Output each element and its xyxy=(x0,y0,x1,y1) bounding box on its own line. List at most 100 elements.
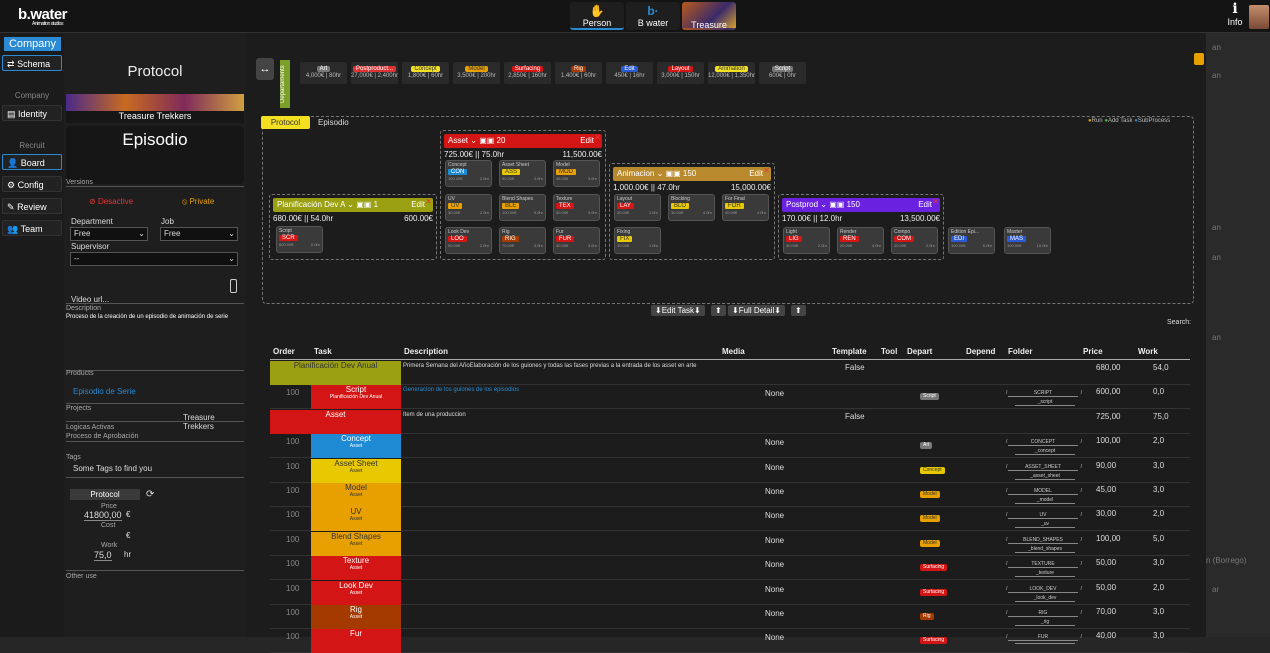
task-card[interactable]: Light LIG 30.00€ 2.0hr xyxy=(783,227,830,254)
work-cell[interactable]: 2,0 xyxy=(1153,583,1164,592)
work-cell[interactable]: 3,0 xyxy=(1153,461,1164,470)
task-cell[interactable]: Rig Asset xyxy=(311,605,401,629)
group-header[interactable]: Animacion ⌄ ▣▣ 150 Edit ✕ xyxy=(613,166,771,181)
folder-cell[interactable]: / CONCEPT / xyxy=(1006,439,1082,447)
price-cell[interactable]: 100,00 xyxy=(1096,534,1120,543)
close-icon[interactable]: ✕ xyxy=(932,195,939,209)
desactive-toggle[interactable]: ⊘ Desactive xyxy=(89,197,133,206)
price-cell[interactable]: 30,00 xyxy=(1096,509,1116,518)
work-cell[interactable]: 3,0 xyxy=(1153,558,1164,567)
media-cell[interactable]: None xyxy=(765,438,784,447)
task-cell[interactable]: UV Asset xyxy=(311,507,401,532)
task-cell[interactable]: Blend Shapes Asset xyxy=(311,531,401,556)
folder-sub[interactable]: _texture xyxy=(1015,570,1075,578)
table-row[interactable]: 100 Script Planificación Dev Anual Generaci… xyxy=(270,385,1190,410)
media-cell[interactable]: None xyxy=(765,487,784,496)
folder-cell[interactable]: / MODEL / xyxy=(1006,488,1082,495)
template-cell[interactable]: False xyxy=(845,363,865,372)
mobile-icon[interactable] xyxy=(230,279,237,293)
work-cell[interactable]: 2,0 xyxy=(1153,436,1164,445)
media-cell[interactable]: None xyxy=(765,463,784,472)
department-chip[interactable]: Edit 450€ | 16hr xyxy=(606,62,653,84)
task-card[interactable]: Blocking BLO 30.00€ 4.0hr xyxy=(668,194,715,221)
work-cell[interactable]: 3,0 xyxy=(1153,485,1164,494)
avatar[interactable] xyxy=(1249,5,1269,29)
task-card[interactable]: Layout LAY 30.00€ 1.0hr xyxy=(614,194,661,221)
company-button[interactable]: Company xyxy=(4,37,61,51)
column-header[interactable]: Folder xyxy=(1008,347,1032,356)
price-cell[interactable]: 50,00 xyxy=(1096,558,1116,567)
price-cell[interactable]: 45,00 xyxy=(1096,485,1116,494)
product-link[interactable]: Episodio de Serie xyxy=(73,387,136,396)
work-cell[interactable]: 3,0 xyxy=(1153,607,1164,616)
top-tab-treasure[interactable]: Treasure xyxy=(682,2,736,30)
folder-sub[interactable]: _look_dev xyxy=(1015,595,1075,602)
group-edit-button[interactable]: Edit xyxy=(749,167,763,181)
work-cell[interactable]: 54,0 xyxy=(1153,363,1169,372)
price-cell[interactable]: 70,00 xyxy=(1096,607,1116,616)
folder-cell[interactable]: / SCRIPT / xyxy=(1006,390,1082,398)
column-header[interactable]: Depend xyxy=(966,347,995,356)
work-cell[interactable]: 5,0 xyxy=(1153,534,1164,543)
department-chip[interactable]: Rig 1,400€ | 60hr xyxy=(555,62,602,84)
folder-sub[interactable]: _asset_sheet xyxy=(1015,473,1075,480)
task-card[interactable]: For Final FOR 40.00€ 4.0hr xyxy=(722,194,769,221)
task-cell[interactable]: Asset xyxy=(270,409,401,434)
nav-review[interactable]: ✎ Review xyxy=(2,198,62,214)
full-detail-button[interactable]: ⬇Full Detail⬇ xyxy=(728,305,785,316)
department-select[interactable]: Free ⌄ xyxy=(70,227,148,241)
price-cell[interactable]: 100,00 xyxy=(1096,436,1120,445)
work-cell[interactable]: 2,0 xyxy=(1153,509,1164,518)
task-card[interactable]: Render REN 20.00€ 4.0hr xyxy=(837,227,884,254)
order-cell[interactable]: 100 xyxy=(286,510,299,519)
column-header[interactable]: Price xyxy=(1083,347,1103,356)
department-chip[interactable]: Concept 1,800€ | 60hr xyxy=(402,62,449,84)
price-cell[interactable]: 50,00 xyxy=(1096,583,1116,592)
description-cell[interactable]: Generacion de los guiones de los episodi… xyxy=(403,387,718,393)
folder-cell[interactable]: / LOOK_DEV / xyxy=(1006,586,1082,593)
table-row[interactable]: 100 Fur None Surfacing / FUR/40,00 3,0 xyxy=(270,629,1190,653)
top-tab-bwater[interactable]: b· B water xyxy=(626,2,680,30)
subprocess-link[interactable]: SubProcess xyxy=(1138,118,1170,124)
task-card[interactable]: Asset Sheet ASS 90.00€ 3.0hr xyxy=(499,160,546,187)
app-logo[interactable]: b.water Animation studios xyxy=(18,6,68,27)
group-edit-button[interactable]: Edit xyxy=(918,198,932,212)
nav-config[interactable]: ⚙ Config xyxy=(2,176,62,192)
media-cell[interactable]: None xyxy=(765,633,784,642)
table-row[interactable]: 100 UV Asset None Model / UV / _uv 30,00 2,0 xyxy=(270,507,1190,532)
media-cell[interactable]: None xyxy=(765,389,784,398)
column-header[interactable]: Work xyxy=(1138,347,1158,356)
column-header[interactable]: Template xyxy=(832,347,867,356)
price-cell[interactable]: 680,00 xyxy=(1096,363,1120,372)
task-card[interactable]: Compo COM 20.00€ 2.0hr xyxy=(891,227,938,254)
work-value[interactable]: 75,0 xyxy=(94,550,112,561)
table-row[interactable]: 100 Rig Asset None Rig / RIG / _rig 70,00 3,0 xyxy=(270,605,1190,629)
group-edit-button[interactable]: Edit xyxy=(411,198,425,212)
task-card[interactable]: Concept CON 100.00€ 2.0hr xyxy=(445,160,492,187)
task-cell[interactable]: Planificación Dev Anual xyxy=(270,361,401,385)
department-chip[interactable]: Postproduct... 27,000€ | 2,400hr xyxy=(351,62,398,84)
work-cell[interactable]: 75,0 xyxy=(1153,412,1169,421)
task-cell[interactable]: Fur xyxy=(311,629,401,653)
task-card[interactable]: Fur FUR 40.00€ 3.0hr xyxy=(553,227,600,254)
task-cell[interactable]: Look Dev Asset xyxy=(311,580,401,605)
folder-cell[interactable]: / FUR / xyxy=(1006,634,1082,642)
folder-sub[interactable]: _script xyxy=(1015,399,1075,407)
table-row[interactable]: 100 Asset Sheet Asset None Concept / ASSET_SHE… xyxy=(270,458,1190,483)
edit-task-button[interactable]: ⬇Edit Task⬇ xyxy=(651,305,705,316)
task-cell[interactable]: Model Asset xyxy=(311,483,401,507)
tab-episodio[interactable]: Episodio xyxy=(318,118,349,127)
task-card[interactable]: UV UV 30.00€ 2.0hr xyxy=(445,194,492,221)
department-chip[interactable]: Surfacing 2,850€ | 160hr xyxy=(504,62,551,84)
folder-cell[interactable]: / BLEND_SHAPES / xyxy=(1006,537,1082,544)
task-card[interactable]: Edition Epi... EDI 100.00€ 6.0hr xyxy=(948,227,995,254)
department-chip[interactable]: Script 600€ | 0hr xyxy=(759,62,806,84)
nav-team[interactable]: 👥 Team xyxy=(2,220,62,236)
project-item[interactable]: Treasure Trekkers xyxy=(183,413,246,431)
protocol-button[interactable]: Protocol xyxy=(70,489,140,500)
price-cell[interactable]: 90,00 xyxy=(1096,461,1116,470)
order-cell[interactable]: 100 xyxy=(286,437,299,446)
task-card[interactable]: Look Dev LOO 50.00€ 2.0hr xyxy=(445,227,492,254)
arrow-up-button[interactable]: ⬆ xyxy=(711,305,726,316)
close-icon[interactable]: ✕ xyxy=(594,131,601,145)
